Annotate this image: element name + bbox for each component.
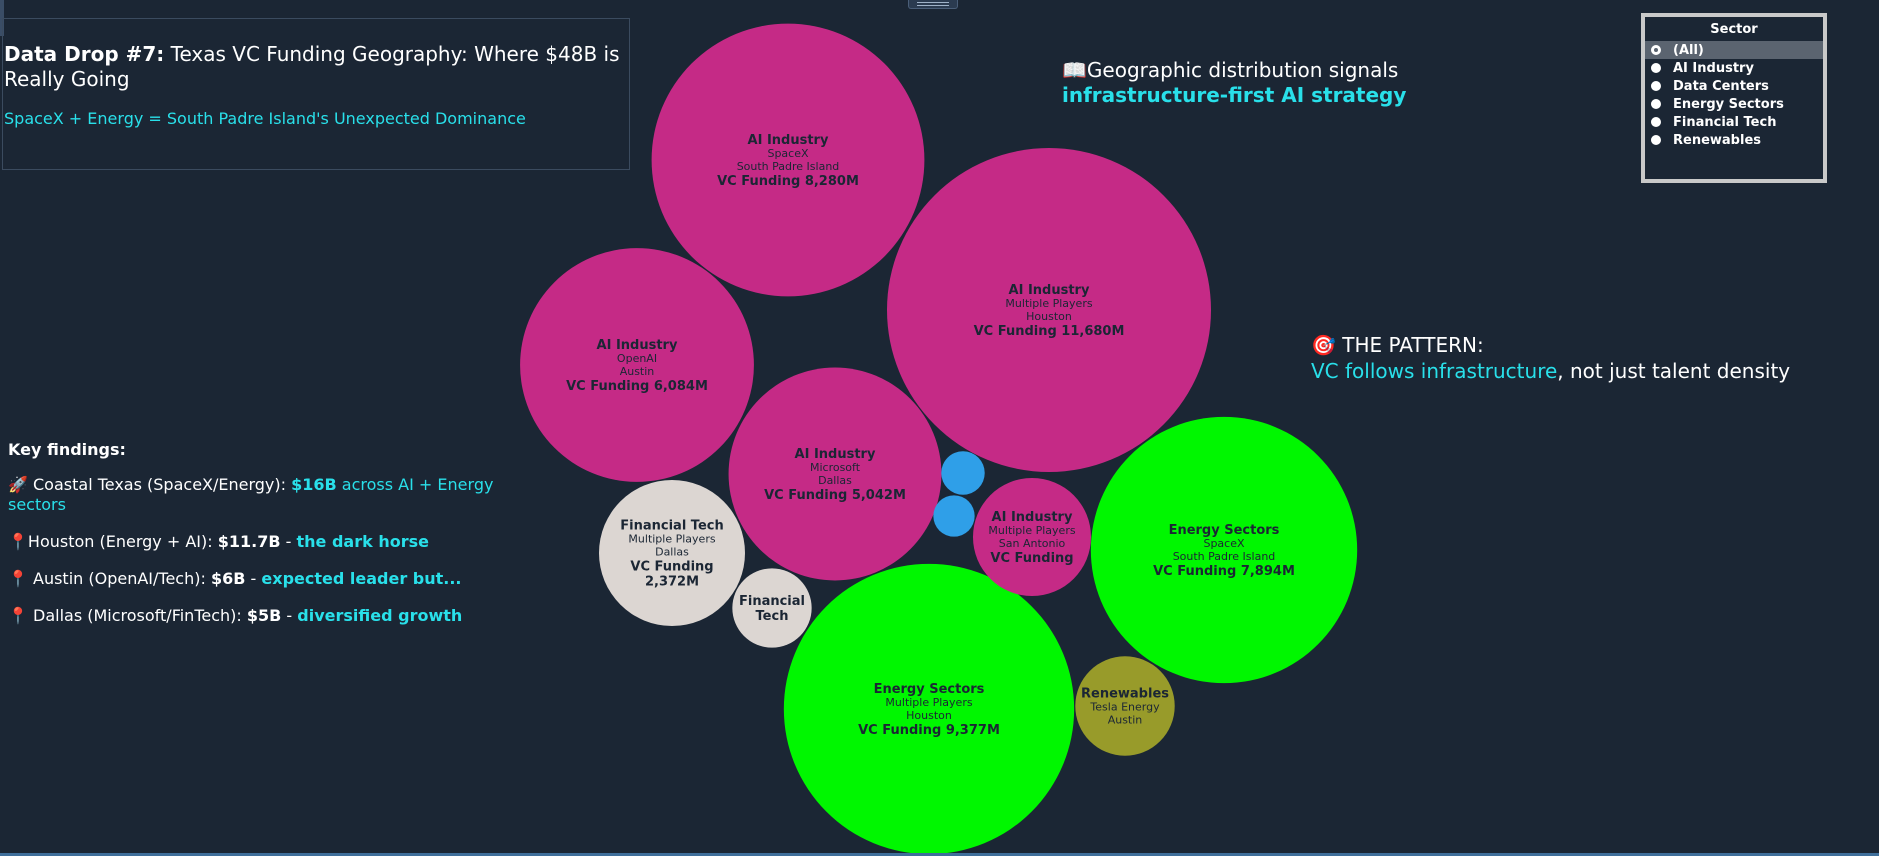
bubble-label-ai-industry-san-antonio-7-3: VC Funding: [990, 551, 1073, 566]
radio-icon: [1651, 81, 1661, 91]
bubble-label-financial-tech-dallas-6-3: VC Funding: [630, 560, 713, 575]
sector-legend: Sector (All) AI Industry Data Centers En…: [1641, 13, 1827, 183]
bubble-label-energy-sectors-south-padre-island-3-2: South Padre Island: [1173, 550, 1276, 563]
legend-option-renewables[interactable]: Renewables: [1645, 131, 1823, 149]
bubble-label-renewables-austin-8-1: Tesla Energy: [1089, 701, 1160, 714]
bubble-label-ai-industry-houston-0-3: VC Funding 11,680M: [974, 324, 1125, 339]
bubble-label-ai-industry-san-antonio-7-2: San Antonio: [999, 537, 1066, 550]
bubble-label-ai-industry-dallas-5-1: Microsoft: [810, 461, 861, 474]
bubble-label-energy-sectors-south-padre-island-3-0: Energy Sectors: [1169, 523, 1280, 538]
bubble-label-ai-industry-san-antonio-7-1: Multiple Players: [988, 524, 1075, 537]
bubble-label-financial-tech-dallas-6-4: 2,372M: [645, 575, 699, 590]
bubble-label-ai-industry-san-antonio-7-0: AI Industry: [992, 510, 1073, 525]
bubble-label-ai-industry-houston-0-2: Houston: [1026, 310, 1072, 323]
bubble-label-ai-industry-austin-4-3: VC Funding 6,084M: [566, 379, 708, 394]
bubble-label-energy-sectors-south-padre-island-3-1: SpaceX: [1203, 537, 1245, 550]
bubble-label-energy-sectors-houston-1-0: Energy Sectors: [874, 682, 985, 697]
legend-option-all[interactable]: (All): [1645, 41, 1823, 59]
legend-option-ai-industry[interactable]: AI Industry: [1645, 59, 1823, 77]
bubble-data-centers-unlabeled-10[interactable]: [941, 451, 985, 495]
bubble-label-financial-tech-dallas-6-1: Multiple Players: [628, 533, 715, 546]
bubble-label-ai-industry-austin-4-2: Austin: [620, 365, 655, 378]
radio-icon: [1651, 117, 1661, 127]
bubble-label-financial-tech-unlabeled-9-0: Financial: [739, 594, 805, 609]
bubble-label-ai-industry-south-padre-island-2-2: South Padre Island: [737, 160, 840, 173]
bubble-label-ai-industry-dallas-5-2: Dallas: [818, 474, 852, 487]
bubble-label-financial-tech-dallas-6-2: Dallas: [655, 546, 689, 559]
legend-option-energy-sectors[interactable]: Energy Sectors: [1645, 95, 1823, 113]
bubble-label-financial-tech-dallas-6-0: Financial Tech: [620, 519, 723, 534]
bubble-label-financial-tech-unlabeled-9-1: Tech: [756, 609, 789, 624]
bubble-label-ai-industry-houston-0-0: AI Industry: [1009, 283, 1090, 298]
bubble-label-ai-industry-south-padre-island-2-0: AI Industry: [748, 133, 829, 148]
radio-icon: [1651, 63, 1661, 73]
bubble-label-energy-sectors-south-padre-island-3-3: VC Funding 7,894M: [1153, 564, 1295, 579]
bubble-label-renewables-austin-8-0: Renewables: [1081, 687, 1169, 702]
bubble-data-centers-unlabeled-11[interactable]: [933, 495, 975, 537]
radio-icon: [1651, 99, 1661, 109]
bubble-label-energy-sectors-houston-1-2: Houston: [906, 709, 952, 722]
bubble-label-ai-industry-dallas-5-3: VC Funding 5,042M: [764, 488, 906, 503]
bubble-label-ai-industry-south-padre-island-2-3: VC Funding 8,280M: [717, 174, 859, 189]
radio-icon: [1651, 135, 1661, 145]
bubble-label-ai-industry-houston-0-1: Multiple Players: [1005, 297, 1092, 310]
radio-selected-icon: [1651, 45, 1661, 55]
bubble-label-ai-industry-austin-4-1: OpenAI: [617, 352, 657, 365]
bubble-label-energy-sectors-houston-1-3: VC Funding 9,377M: [858, 723, 1000, 738]
bubble-label-energy-sectors-houston-1-1: Multiple Players: [885, 696, 972, 709]
legend-title: Sector: [1710, 22, 1758, 37]
bubble-label-renewables-austin-8-2: Austin: [1108, 714, 1143, 727]
bubble-label-ai-industry-dallas-5-0: AI Industry: [795, 447, 876, 462]
bubble-chart: AI IndustryMultiple PlayersHoustonVC Fun…: [520, 23, 1358, 855]
legend-option-financial-tech[interactable]: Financial Tech: [1645, 113, 1823, 131]
bubble-label-ai-industry-austin-4-0: AI Industry: [597, 338, 678, 353]
bubble-label-ai-industry-south-padre-island-2-1: SpaceX: [767, 147, 809, 160]
legend-option-data-centers[interactable]: Data Centers: [1645, 77, 1823, 95]
